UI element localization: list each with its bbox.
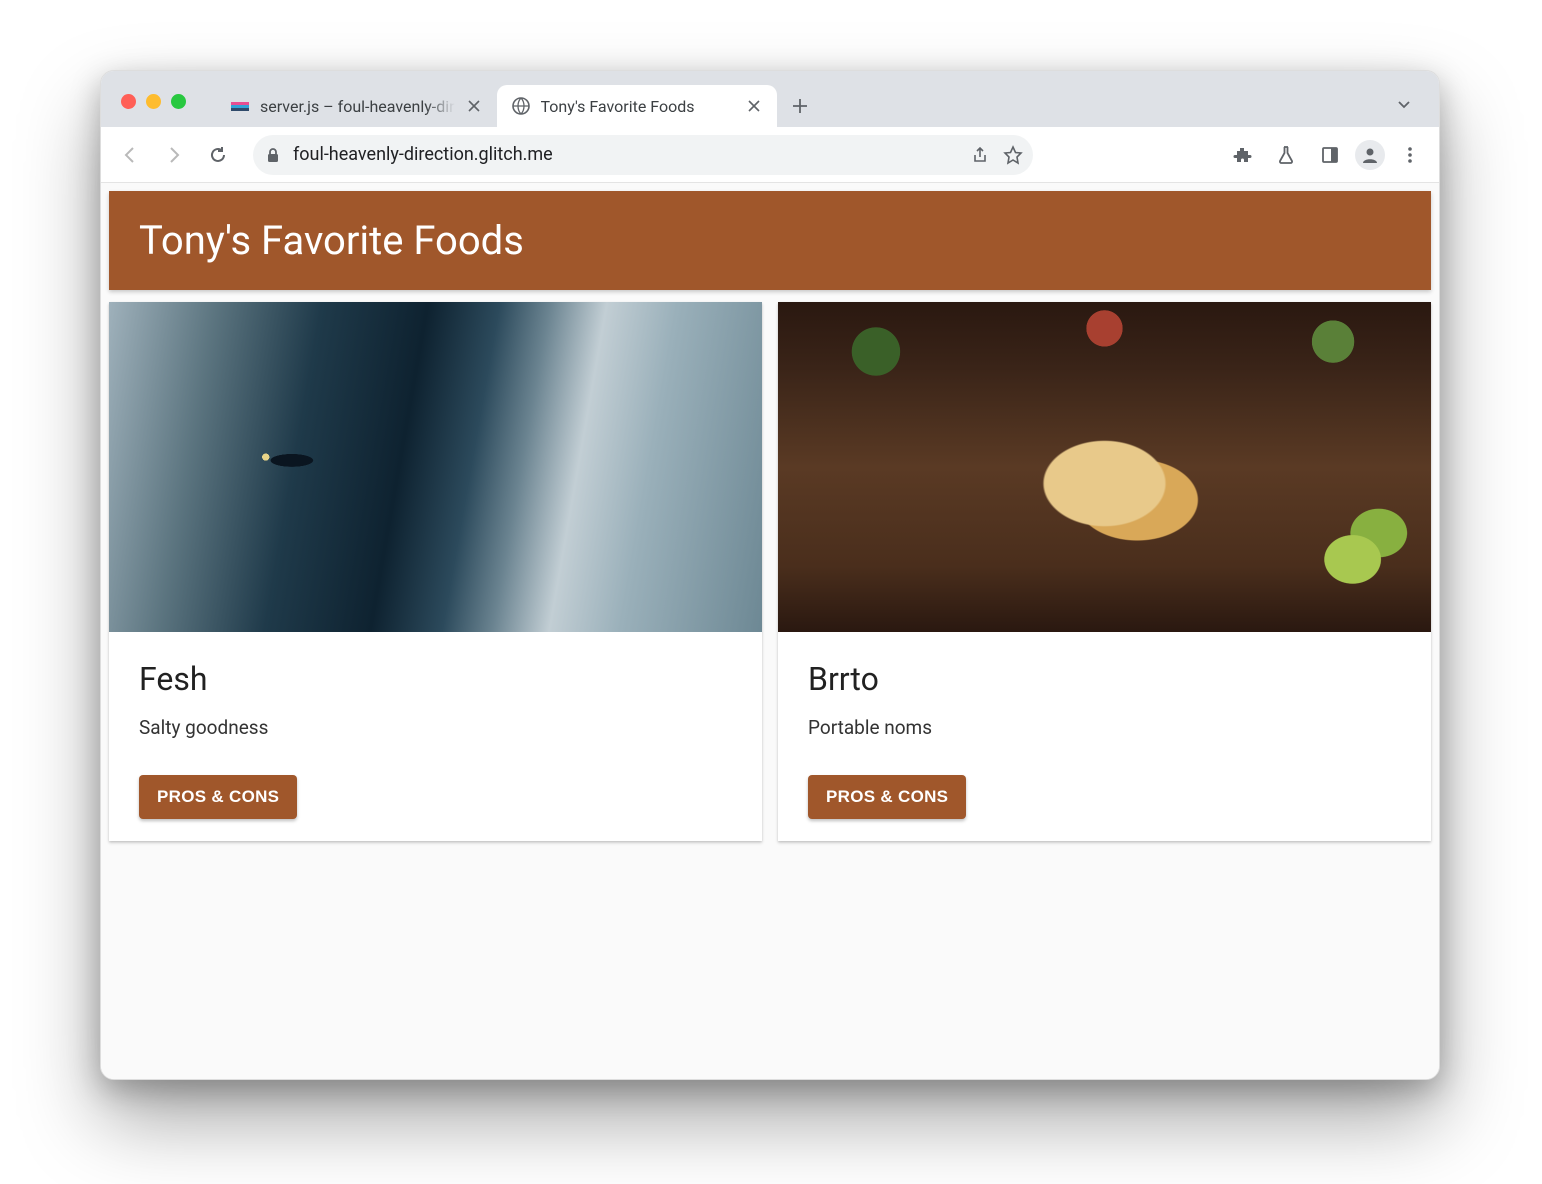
tab-inactive[interactable]: server.js – foul-heavenly-dir	[216, 85, 497, 127]
labs-icon[interactable]	[1267, 136, 1305, 174]
profile-avatar[interactable]	[1355, 140, 1385, 170]
close-tab-icon[interactable]	[745, 97, 763, 115]
new-tab-button[interactable]	[783, 89, 817, 123]
card-body: Brrto Portable noms PROS & CONS	[778, 632, 1431, 841]
pros-cons-button[interactable]: PROS & CONS	[808, 775, 966, 819]
minimize-window-button[interactable]	[146, 94, 161, 109]
page-header: Tony's Favorite Foods	[109, 191, 1431, 290]
card-description: Portable noms	[808, 716, 1401, 739]
toolbar: foul-heavenly-direction.glitch.me	[101, 127, 1439, 183]
tab-active[interactable]: Tony's Favorite Foods	[497, 85, 777, 127]
food-card: Fesh Salty goodness PROS & CONS	[109, 302, 762, 841]
tab-strip: server.js – foul-heavenly-dir Tony's Fav…	[101, 71, 1439, 127]
bookmark-star-icon[interactable]	[1003, 145, 1023, 165]
tab-title: Tony's Favorite Foods	[541, 97, 735, 116]
card-image-burrito	[778, 302, 1431, 632]
lock-icon	[263, 147, 283, 163]
browser-window: server.js – foul-heavenly-dir Tony's Fav…	[100, 70, 1440, 1080]
card-title: Brrto	[808, 660, 1401, 698]
page-title: Tony's Favorite Foods	[139, 217, 1401, 264]
glitch-favicon	[230, 96, 250, 116]
card-title: Fesh	[139, 660, 732, 698]
address-bar[interactable]: foul-heavenly-direction.glitch.me	[253, 135, 1033, 175]
window-controls	[121, 94, 186, 127]
food-card: Brrto Portable noms PROS & CONS	[778, 302, 1431, 841]
side-panel-icon[interactable]	[1311, 136, 1349, 174]
reload-button[interactable]	[199, 136, 237, 174]
card-body: Fesh Salty goodness PROS & CONS	[109, 632, 762, 841]
forward-button[interactable]	[155, 136, 193, 174]
page-viewport: Tony's Favorite Foods Fesh Salty goodnes…	[101, 183, 1439, 1079]
extensions-button[interactable]	[1223, 136, 1261, 174]
close-tab-icon[interactable]	[465, 97, 483, 115]
maximize-window-button[interactable]	[171, 94, 186, 109]
card-description: Salty goodness	[139, 716, 732, 739]
globe-favicon	[511, 96, 531, 116]
card-image-fish	[109, 302, 762, 632]
url-text: foul-heavenly-direction.glitch.me	[293, 144, 961, 165]
pros-cons-button[interactable]: PROS & CONS	[139, 775, 297, 819]
share-icon[interactable]	[971, 146, 989, 164]
tab-title: server.js – foul-heavenly-dir	[260, 97, 455, 116]
cards-container: Fesh Salty goodness PROS & CONS Brrto Po…	[101, 302, 1439, 841]
back-button[interactable]	[111, 136, 149, 174]
tabs-dropdown-button[interactable]	[1389, 89, 1419, 119]
close-window-button[interactable]	[121, 94, 136, 109]
kebab-menu-icon[interactable]	[1391, 136, 1429, 174]
